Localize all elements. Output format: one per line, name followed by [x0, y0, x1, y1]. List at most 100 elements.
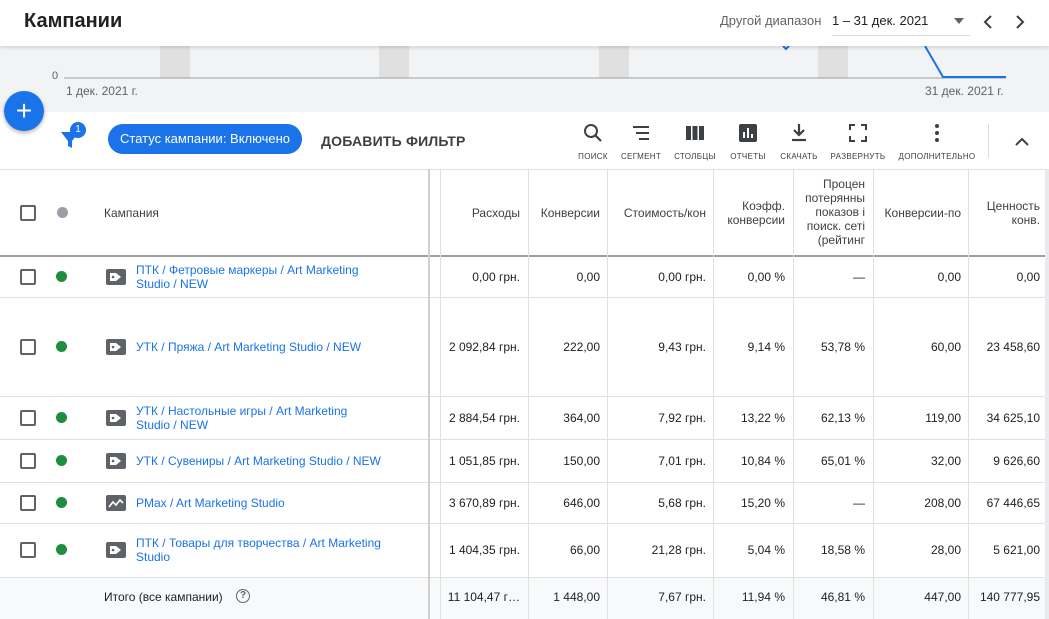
total-cost: 11 104,47 г…: [447, 590, 520, 604]
status-dot-enabled[interactable]: [56, 455, 67, 466]
cell-conv-rate: 15,20 %: [740, 496, 785, 510]
row-divider: [0, 482, 1049, 483]
download-tool-button[interactable]: СКАЧАТЬ: [778, 122, 820, 166]
campaign-name-line: ПТК / Фетровые маркеры / Art Marketing: [136, 263, 359, 277]
header-line: показов і: [815, 205, 865, 219]
total-conversions: 1 448,00: [553, 590, 600, 604]
column-header-conv-rate[interactable]: Коэфф. конверсии: [713, 199, 785, 227]
reports-icon: [739, 124, 757, 142]
weekend-band: [379, 46, 409, 78]
campaign-name-link[interactable]: ПТК / Товары для творчества / Art Market…: [136, 536, 406, 564]
segment-icon: [633, 126, 649, 140]
row-divider: [0, 577, 1049, 578]
row-divider: [0, 396, 1049, 397]
x-axis-end-label: 31 дек. 2021 г.: [925, 84, 1004, 98]
cell-conv-rate: 10,84 %: [740, 454, 785, 468]
row-checkbox[interactable]: [20, 339, 36, 355]
weekend-band: [160, 46, 190, 78]
column-header-cost[interactable]: Расходы: [440, 206, 520, 220]
header-line: (рейтинг: [817, 233, 865, 247]
campaign-name-line: УТК / Настольные игры / Art Marketing: [136, 404, 348, 418]
cell-lost-is: —: [853, 270, 865, 284]
series-line-segment: [924, 46, 1006, 78]
add-filter-button[interactable]: ДОБАВИТЬ ФИЛЬТР: [321, 133, 466, 149]
performance-max-icon: [106, 495, 126, 511]
column-header-conv-value[interactable]: Ценность конв.: [968, 199, 1040, 227]
cell-conv-rate: 9,14 %: [747, 340, 785, 354]
filter-count-badge: 1: [70, 122, 86, 138]
status-dot-enabled[interactable]: [56, 341, 67, 352]
caret-down-icon: [954, 18, 964, 24]
download-icon: [792, 124, 806, 142]
status-filter-chip[interactable]: Статус кампании: Включено: [108, 124, 303, 154]
header-divider: [0, 255, 1049, 257]
select-all-checkbox[interactable]: [20, 205, 36, 221]
header-line: Коэфф.: [742, 199, 785, 213]
status-dot-enabled[interactable]: [56, 412, 67, 423]
add-campaign-button[interactable]: +: [4, 91, 44, 131]
horizontal-scroll-edge[interactable]: [1045, 169, 1049, 619]
row-checkbox[interactable]: [20, 410, 36, 426]
campaign-name-link[interactable]: PMax / Art Marketing Studio: [136, 496, 406, 510]
reports-tool-button[interactable]: ОТЧЕТЫ: [728, 122, 768, 166]
cell-cost-per-conv: 7,92 грн.: [658, 411, 706, 425]
cell-conversions: 150,00: [563, 454, 600, 468]
cell-cost: 2 092,84 грн.: [448, 340, 520, 354]
help-icon[interactable]: ?: [236, 589, 250, 603]
campaign-name-link[interactable]: УТК / Сувениры / Art Marketing Studio / …: [136, 454, 406, 468]
more-tool-button[interactable]: ДОПОЛНИТЕЛЬНО: [898, 122, 976, 166]
row-checkbox[interactable]: [20, 453, 36, 469]
column-header-cost-per-conv[interactable]: Стоимость/кон: [607, 206, 706, 220]
chevron-left-icon[interactable]: [976, 10, 1000, 34]
row-checkbox[interactable]: [20, 269, 36, 285]
status-dot-enabled[interactable]: [56, 497, 67, 508]
campaign-name-line: Studio / NEW: [136, 277, 209, 291]
row-checkbox[interactable]: [20, 495, 36, 511]
campaign-name-line: УТК / Пряжа / Art Marketing Studio / NEW: [136, 340, 362, 354]
expand-tool-label: РАЗВЕРНУТЬ: [830, 152, 886, 161]
cell-cost: 1 051,85 грн.: [448, 454, 520, 468]
date-range-select[interactable]: 1 – 31 дек. 2021: [832, 8, 970, 36]
campaign-name-line: ПТК / Товары для творчества / Art Market…: [136, 536, 381, 550]
campaign-name-link[interactable]: УТК / Настольные игры / Art Marketing Stu…: [136, 404, 406, 432]
campaign-name-link[interactable]: УТК / Пряжа / Art Marketing Studio / NEW: [136, 340, 406, 354]
status-header-icon[interactable]: [57, 207, 68, 218]
status-dot-enabled[interactable]: [56, 271, 67, 282]
column-header-conversions[interactable]: Конверсии: [528, 206, 600, 220]
cell-cost: 3 670,89 грн.: [448, 496, 520, 510]
cell-lost-is: 65,01 %: [820, 454, 865, 468]
cell-conv-by-time: 28,00: [930, 543, 961, 557]
cell-conv-value: 9 626,60: [993, 454, 1040, 468]
segment-tool-button[interactable]: СЕГМЕНТ: [620, 122, 662, 166]
chevron-right-icon[interactable]: [1008, 10, 1032, 34]
cell-conversions: 364,00: [563, 411, 600, 425]
column-header-conv-by-time[interactable]: Конверсии-по: [873, 206, 961, 220]
cell-lost-is: —: [853, 496, 865, 510]
campaign-name-line: Studio / NEW: [136, 418, 209, 432]
row-divider: [0, 523, 1049, 524]
performance-chart: 0 1 дек. 2021 г. 31 дек. 2021 г.: [0, 46, 1049, 112]
download-tool-label: СКАЧАТЬ: [780, 152, 818, 161]
row-checkbox[interactable]: [20, 542, 36, 558]
tag-icon: [106, 269, 126, 285]
expand-tool-button[interactable]: РАЗВЕРНУТЬ: [830, 122, 886, 166]
segment-tool-label: СЕГМЕНТ: [620, 152, 662, 161]
columns-tool-label: СТОЛБЦЫ: [674, 152, 716, 161]
campaign-name-line: PMax / Art Marketing Studio: [136, 496, 285, 510]
row-divider: [0, 439, 1049, 440]
date-range-value: 1 – 31 дек. 2021: [832, 13, 929, 28]
expand-icon: [849, 124, 867, 142]
columns-tool-button[interactable]: СТОЛБЦЫ: [672, 122, 718, 166]
search-tool-button[interactable]: ПОИСК: [576, 122, 610, 166]
status-dot-enabled[interactable]: [56, 544, 67, 555]
top-header: Кампании Другой диапазон 1 – 31 дек. 202…: [0, 0, 1049, 46]
campaign-name-link[interactable]: ПТК / Фетровые маркеры / Art Marketing St…: [136, 263, 406, 291]
column-header-campaign[interactable]: Кампания: [104, 206, 159, 220]
cell-conv-value: 67 446,65: [986, 496, 1040, 510]
cell-cost-per-conv: 5,68 грн.: [658, 496, 706, 510]
chevron-up-icon[interactable]: [1010, 130, 1034, 154]
total-label: Итого (все кампании): [104, 590, 223, 604]
more-tool-label: ДОПОЛНИТЕЛЬНО: [898, 152, 976, 161]
cell-lost-is: 53,78 %: [820, 340, 865, 354]
column-header-lost-is[interactable]: Процен потерянны показов і поиск. сеті (…: [793, 177, 865, 247]
